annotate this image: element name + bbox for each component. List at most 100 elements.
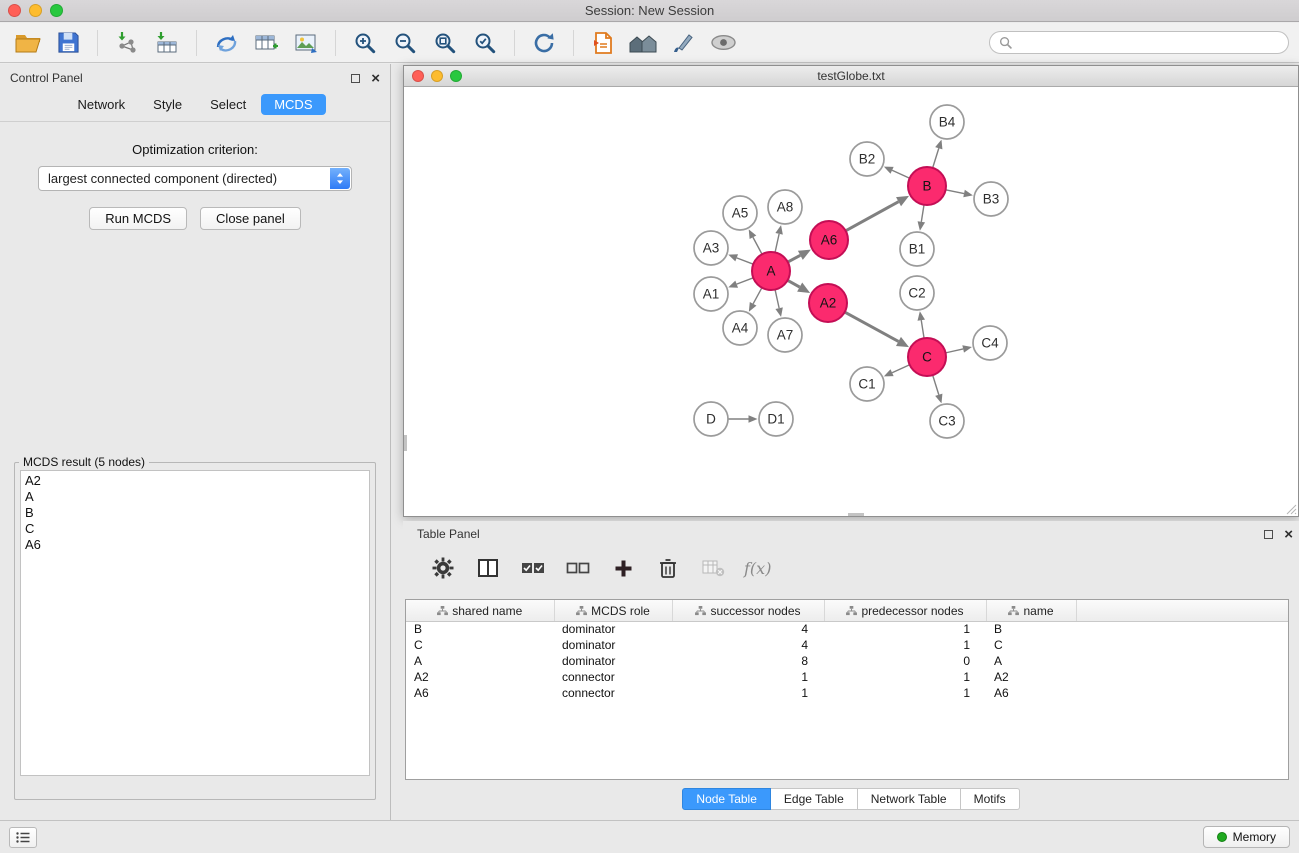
table-cell[interactable]: 4 bbox=[672, 637, 824, 653]
search-box[interactable] bbox=[989, 31, 1289, 54]
close-table-panel-icon[interactable]: × bbox=[1284, 527, 1293, 542]
delete-column-button[interactable] bbox=[654, 554, 682, 582]
table-cell[interactable]: 4 bbox=[672, 621, 824, 637]
delete-table-button[interactable] bbox=[699, 554, 727, 582]
node-D1[interactable]: D1 bbox=[759, 402, 793, 436]
task-history-button[interactable] bbox=[9, 827, 37, 848]
resize-grip-icon[interactable] bbox=[1286, 504, 1297, 515]
table-cell[interactable]: A bbox=[986, 653, 1076, 669]
edge-A6-B[interactable] bbox=[846, 202, 899, 231]
result-item[interactable]: A2 bbox=[25, 473, 365, 489]
deselect-all-button[interactable] bbox=[564, 554, 592, 582]
session-document-button[interactable] bbox=[585, 27, 621, 59]
horizontal-scroll-indicator[interactable] bbox=[848, 513, 864, 516]
node-A7[interactable]: A7 bbox=[768, 318, 802, 352]
network-window[interactable]: testGlobe.txt B4B2BB3A5A8A6B1A3AC2A1A2A4… bbox=[403, 65, 1299, 517]
result-item[interactable]: A bbox=[25, 489, 365, 505]
float-panel-icon[interactable] bbox=[351, 74, 360, 83]
table-cell[interactable]: connector bbox=[554, 669, 672, 685]
tab-network[interactable]: Network bbox=[64, 94, 138, 115]
table-row[interactable]: Cdominator41C bbox=[406, 637, 1288, 653]
table-cell[interactable]: connector bbox=[554, 685, 672, 701]
network-canvas[interactable]: B4B2BB3A5A8A6B1A3AC2A1A2A4A7CC4C1C3DD1 bbox=[404, 87, 1298, 516]
edge-A-A5[interactable] bbox=[753, 237, 762, 254]
node-D[interactable]: D bbox=[694, 402, 728, 436]
node-A4[interactable]: A4 bbox=[723, 311, 757, 345]
function-builder-button[interactable]: f(x) bbox=[744, 559, 771, 578]
tab-select[interactable]: Select bbox=[197, 94, 259, 115]
edge-B-B3[interactable] bbox=[946, 190, 964, 194]
zoom-out-button[interactable] bbox=[387, 27, 423, 59]
new-network-button[interactable] bbox=[208, 27, 244, 59]
node-table[interactable]: shared nameMCDS rolesuccessor nodesprede… bbox=[405, 599, 1289, 780]
tab-motifs[interactable]: Motifs bbox=[961, 788, 1020, 810]
tab-node-table[interactable]: Node Table bbox=[682, 788, 771, 810]
table-row[interactable]: A2connector11A2 bbox=[406, 669, 1288, 685]
node-A3[interactable]: A3 bbox=[694, 231, 728, 265]
table-cell[interactable]: A bbox=[406, 653, 554, 669]
table-cell[interactable]: A2 bbox=[406, 669, 554, 685]
table-settings-button[interactable] bbox=[429, 554, 457, 582]
edge-A-A8[interactable] bbox=[775, 234, 779, 253]
table-cell[interactable]: 1 bbox=[824, 669, 986, 685]
table-row[interactable]: Bdominator41B bbox=[406, 621, 1288, 637]
network-graph[interactable]: B4B2BB3A5A8A6B1A3AC2A1A2A4A7CC4C1C3DD1 bbox=[404, 87, 1298, 516]
tab-edge-table[interactable]: Edge Table bbox=[771, 788, 858, 810]
edge-A-A4[interactable] bbox=[753, 288, 762, 304]
open-session-button[interactable] bbox=[10, 27, 46, 59]
node-A2[interactable]: A2 bbox=[809, 284, 847, 322]
column-header-name[interactable]: name bbox=[986, 600, 1076, 621]
edge-C-C2[interactable] bbox=[921, 320, 924, 338]
import-network-button[interactable] bbox=[109, 27, 145, 59]
edge-C-C4[interactable] bbox=[946, 349, 964, 353]
show-columns-button[interactable] bbox=[474, 554, 502, 582]
zoom-network-window-icon[interactable] bbox=[450, 70, 462, 82]
node-C2[interactable]: C2 bbox=[900, 276, 934, 310]
edge-C-C1[interactable] bbox=[892, 365, 910, 373]
tab-network-table[interactable]: Network Table bbox=[858, 788, 961, 810]
table-cell[interactable]: dominator bbox=[554, 621, 672, 637]
zoom-in-button[interactable] bbox=[347, 27, 383, 59]
close-panel-button[interactable]: Close panel bbox=[200, 207, 301, 230]
table-cell[interactable]: 1 bbox=[824, 637, 986, 653]
table-cell[interactable]: A6 bbox=[406, 685, 554, 701]
close-window-icon[interactable] bbox=[8, 4, 21, 17]
column-header-successor-nodes[interactable]: successor nodes bbox=[672, 600, 824, 621]
close-network-window-icon[interactable] bbox=[412, 70, 424, 82]
node-B2[interactable]: B2 bbox=[850, 142, 884, 176]
edge-A-A2[interactable] bbox=[788, 280, 800, 287]
tab-style[interactable]: Style bbox=[140, 94, 195, 115]
memory-button[interactable]: Memory bbox=[1203, 826, 1290, 848]
zoom-selected-button[interactable] bbox=[467, 27, 503, 59]
select-all-button[interactable] bbox=[519, 554, 547, 582]
edge-C-C3[interactable] bbox=[933, 375, 939, 395]
minimize-network-window-icon[interactable] bbox=[431, 70, 443, 82]
edge-B-B4[interactable] bbox=[933, 148, 939, 168]
new-table-button[interactable] bbox=[248, 27, 284, 59]
node-C3[interactable]: C3 bbox=[930, 404, 964, 438]
table-cell[interactable]: B bbox=[406, 621, 554, 637]
style-button[interactable] bbox=[665, 27, 701, 59]
result-item[interactable]: C bbox=[25, 521, 365, 537]
table-cell[interactable]: C bbox=[406, 637, 554, 653]
tab-mcds[interactable]: MCDS bbox=[261, 94, 325, 115]
node-C4[interactable]: C4 bbox=[973, 326, 1007, 360]
node-A6[interactable]: A6 bbox=[810, 221, 848, 259]
table-cell[interactable]: dominator bbox=[554, 637, 672, 653]
edge-A-A7[interactable] bbox=[775, 290, 779, 309]
table-cell[interactable]: B bbox=[986, 621, 1076, 637]
table-cell[interactable]: 1 bbox=[824, 685, 986, 701]
export-image-button[interactable] bbox=[288, 27, 324, 59]
edge-A-A1[interactable] bbox=[737, 278, 754, 284]
edge-A-A6[interactable] bbox=[788, 255, 801, 262]
column-header-predecessor-nodes[interactable]: predecessor nodes bbox=[824, 600, 986, 621]
edge-A-A3[interactable] bbox=[737, 258, 754, 264]
column-header-mcds-role[interactable]: MCDS role bbox=[554, 600, 672, 621]
result-item[interactable]: B bbox=[25, 505, 365, 521]
node-B1[interactable]: B1 bbox=[900, 232, 934, 266]
network-window-titlebar[interactable]: testGlobe.txt bbox=[404, 66, 1298, 87]
node-B4[interactable]: B4 bbox=[930, 105, 964, 139]
create-column-button[interactable] bbox=[609, 554, 637, 582]
node-B3[interactable]: B3 bbox=[974, 182, 1008, 216]
node-C1[interactable]: C1 bbox=[850, 367, 884, 401]
